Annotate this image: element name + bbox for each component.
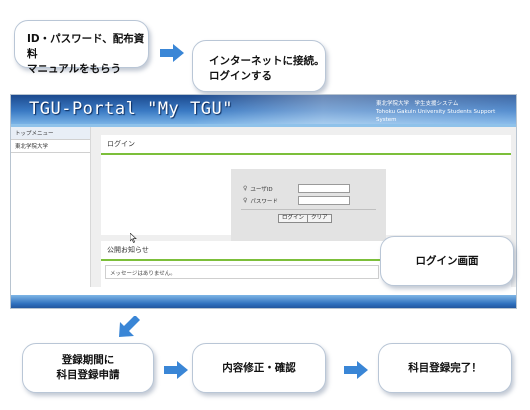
down-left-arrow-icon	[118, 316, 140, 338]
university-name-jp: 東北学院大学 学生支援システム	[376, 101, 459, 107]
university-name-en: Tohoku Gakuin University Students Suppor…	[376, 109, 496, 123]
form-divider	[241, 209, 376, 210]
password-label: パスワード	[250, 198, 278, 205]
login-form: ♀ ユーザID ♀ パスワード ログイン クリア	[231, 169, 386, 243]
right-arrow-icon	[160, 44, 184, 62]
portal-title: TGU-Portal "My TGU"	[29, 99, 233, 119]
step-get-credentials: ID・パスワード、配布資料 マニュアルをもらう	[14, 20, 149, 75]
sidebar-item-top-menu[interactable]: トップメニュー	[11, 127, 90, 140]
login-heading: ログイン	[101, 135, 511, 155]
sidebar: トップメニュー 東北学院大学	[11, 127, 91, 287]
step-get-credentials-line1: ID・パスワード、配布資料	[27, 33, 145, 60]
right-arrow-icon	[344, 361, 368, 379]
sidebar-item-university[interactable]: 東北学院大学	[11, 140, 90, 153]
person-icon: ♀	[243, 197, 248, 204]
password-input[interactable]	[298, 196, 351, 205]
portal-footer	[11, 295, 516, 308]
mouse-cursor-icon	[129, 232, 137, 245]
right-arrow-icon	[164, 361, 188, 379]
step-login: インターネットに接続。 ログインする	[192, 40, 326, 92]
login-screen-label: ログイン画面	[380, 236, 514, 286]
step-complete-text: 科目登録完了！	[408, 361, 482, 374]
step-login-line2: ログインする	[209, 70, 272, 82]
user-id-input[interactable]	[298, 184, 351, 193]
user-id-row: ♀ ユーザID	[243, 184, 351, 193]
step-review: 内容修正・確認	[192, 343, 326, 393]
password-row: ♀ パスワード	[243, 196, 351, 205]
person-icon: ♀	[243, 185, 248, 192]
clear-button[interactable]: クリア	[307, 214, 332, 223]
news-message: メッセージはありません。	[105, 265, 379, 279]
step-register-request-line1: 登録期間に	[61, 354, 115, 366]
login-button[interactable]: ログイン	[278, 214, 309, 223]
step-complete: 科目登録完了！	[378, 343, 512, 393]
login-panel: ログイン ♀ ユーザID ♀ パスワード ログイン クリア	[101, 135, 511, 243]
user-id-label: ユーザID	[250, 186, 273, 193]
step-register-request-line2: 科目登録申請	[56, 369, 120, 381]
step-get-credentials-line2: マニュアルをもらう	[27, 63, 122, 75]
step-register-request: 登録期間に 科目登録申請	[22, 343, 154, 393]
step-login-line1: インターネットに接続。	[209, 55, 325, 67]
step-review-text: 内容修正・確認	[222, 361, 296, 374]
portal-header: TGU-Portal "My TGU" 東北学院大学 学生支援システム Toho…	[11, 95, 516, 124]
login-screen-text: ログイン画面	[415, 254, 479, 267]
university-name: 東北学院大学 学生支援システム Tohoku Gakuin University…	[376, 100, 506, 124]
